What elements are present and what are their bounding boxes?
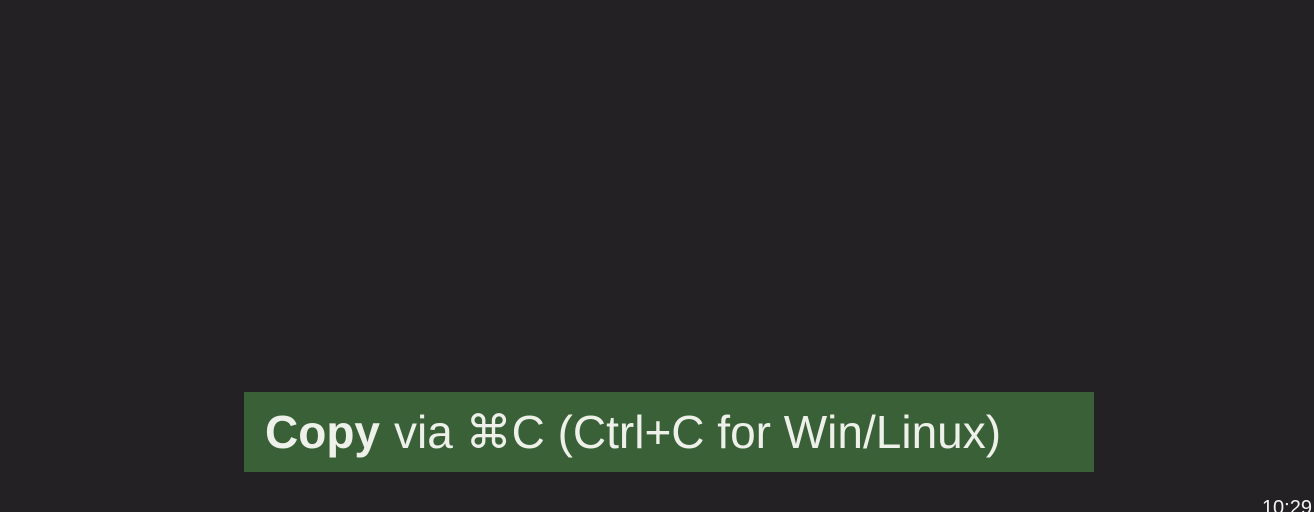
keyboard-shortcut-caption: Copy via ⌘C (Ctrl+C for Win/Linux) xyxy=(244,392,1094,472)
shortcut-detail-label: via ⌘C (Ctrl+C for Win/Linux) xyxy=(394,406,1002,458)
shortcut-action-label: Copy xyxy=(265,406,380,458)
video-timestamp: 10:29 xyxy=(1261,497,1312,512)
video-frame: Copy via ⌘C (Ctrl+C for Win/Linux) 10:29 xyxy=(0,0,1314,512)
